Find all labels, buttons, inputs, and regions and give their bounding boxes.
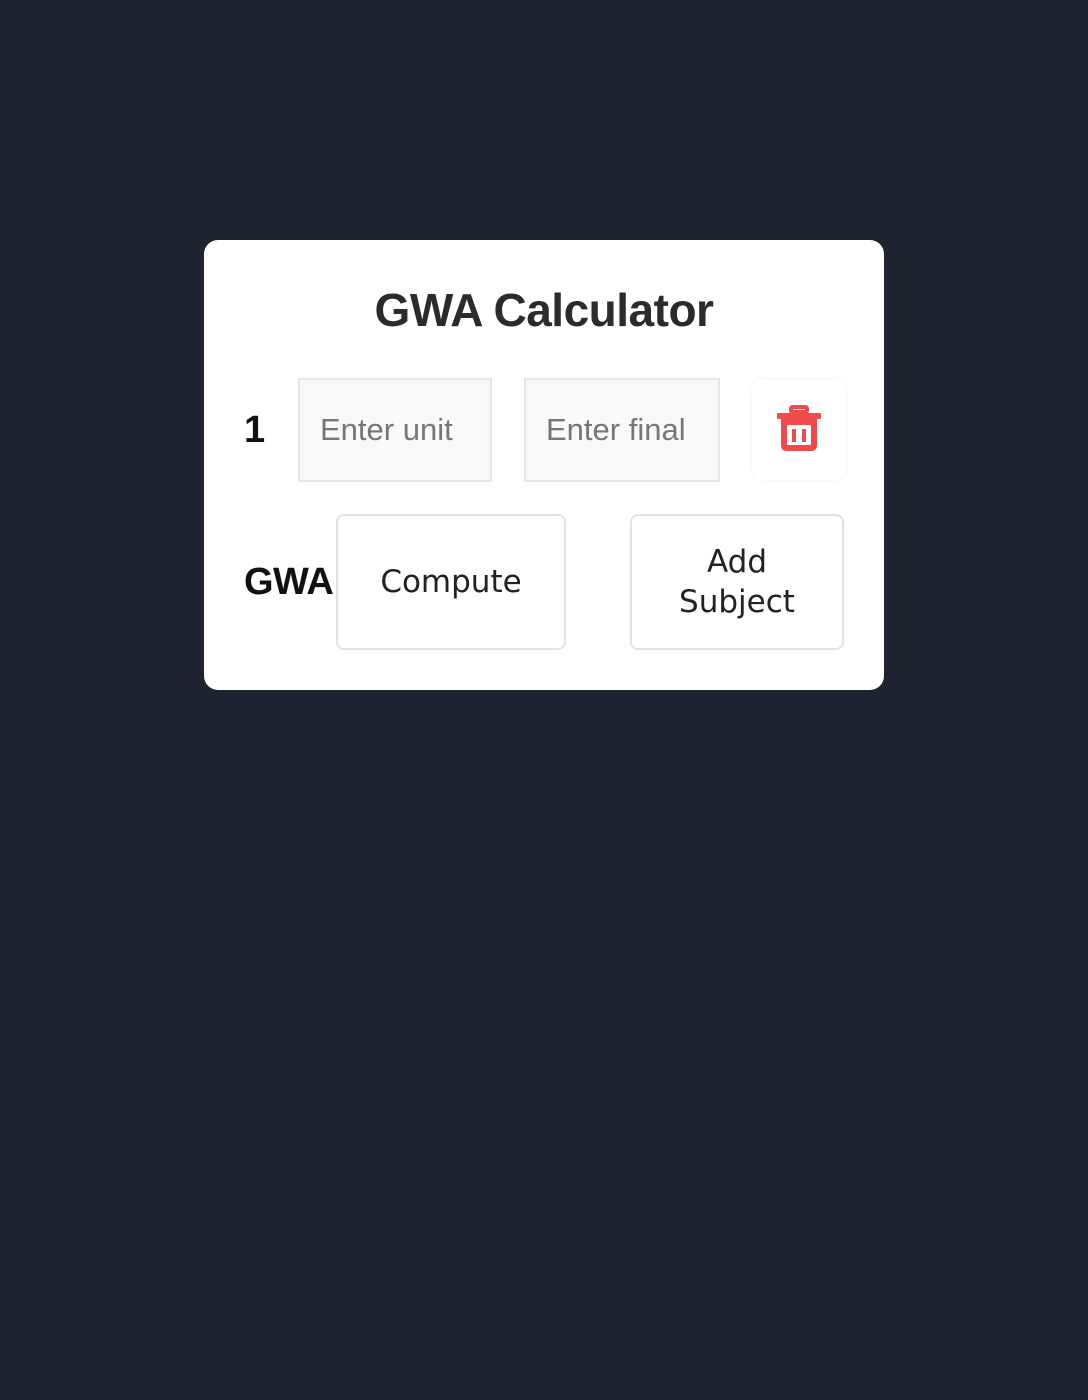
subject-row-index: 1 [244,409,266,451]
delete-subject-button[interactable] [752,380,846,480]
gwa-label-text: GWA: [244,561,346,603]
page-title: GWA Calculator [374,284,714,336]
compute-button[interactable]: Compute [336,514,566,650]
add-subject-button[interactable]: Add Subject [630,514,844,650]
calculator-card: GWA Calculator 1 GWA: Compute Add Subjec… [204,240,884,690]
final-grade-input[interactable] [524,378,720,482]
trash-icon [776,404,822,456]
gwa-label: GWA: [244,560,346,604]
unit-input[interactable] [298,378,492,482]
